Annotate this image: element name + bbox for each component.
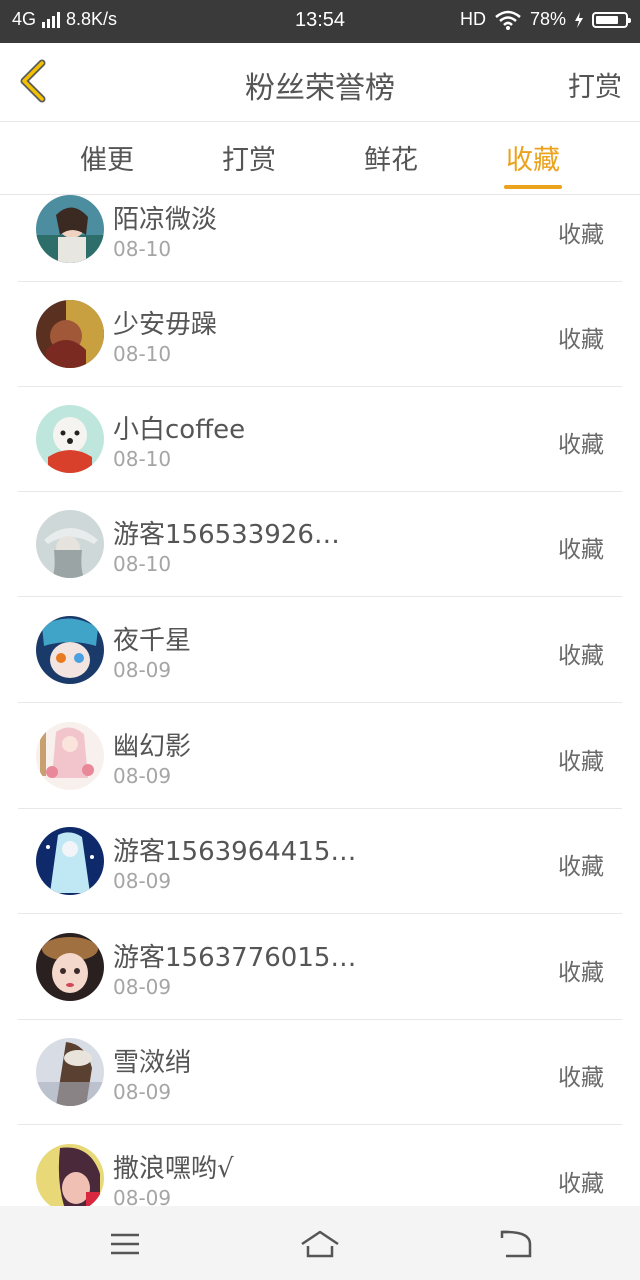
date: 08-09 (113, 1186, 172, 1206)
avatar[interactable] (36, 300, 104, 368)
page-title: 粉丝荣誉榜 (245, 71, 395, 106)
active-tab-indicator (504, 185, 562, 189)
favorite-label: 收藏 (558, 537, 604, 563)
avatar[interactable] (36, 616, 104, 684)
favorite-label: 收藏 (558, 222, 604, 248)
favorite-label: 收藏 (558, 854, 604, 880)
tab-reward[interactable]: 打赏 (189, 138, 309, 177)
user-name: 幽幻影 (113, 732, 192, 762)
avatar[interactable] (36, 827, 104, 895)
tab-label: 催更 (80, 145, 134, 176)
date: 08-10 (113, 237, 172, 261)
fan-list: 陌凉微淡 08-10 收藏 少安毋躁 08-10 收藏 小白coffee 08-… (0, 194, 640, 1206)
list-item[interactable]: 游客1563964415… 08-09 收藏 (18, 809, 622, 914)
user-name: 游客1563964415… (113, 837, 357, 867)
favorite-label: 收藏 (558, 1065, 604, 1091)
wifi-icon (495, 10, 521, 30)
battery-percent: 78% (529, 9, 566, 29)
system-nav-bar (0, 1206, 640, 1280)
tab-bar: 催更 打赏 鲜花 收藏 (0, 122, 640, 195)
list-item[interactable]: 小白coffee 08-10 收藏 (18, 387, 622, 492)
avatar[interactable] (36, 1038, 104, 1106)
battery-fill (596, 15, 618, 24)
status-bar: 4G 8.8K/s 13:54 HD 78% (0, 0, 640, 43)
user-name: 游客156533926… (113, 520, 340, 550)
avatar[interactable] (36, 195, 104, 263)
status-right: HD 78% (459, 9, 631, 30)
user-name: 陌凉微淡 (113, 205, 218, 235)
menu-icon[interactable] (105, 1224, 145, 1264)
favorite-label: 收藏 (558, 1171, 604, 1197)
favorite-label: 收藏 (558, 960, 604, 986)
favorite-label: 收藏 (558, 327, 604, 353)
tab-favorites[interactable]: 收藏 (473, 138, 593, 189)
date: 08-09 (113, 658, 172, 682)
tab-label: 鲜花 (364, 145, 418, 176)
user-name: 夜千星 (113, 626, 192, 656)
date: 08-09 (113, 764, 172, 788)
favorite-label: 收藏 (558, 643, 604, 669)
avatar[interactable] (36, 722, 104, 790)
list-item[interactable]: 雪滧绡 08-09 收藏 (18, 1020, 622, 1125)
hd-badge: HD (459, 9, 486, 29)
tab-flowers[interactable]: 鲜花 (331, 138, 451, 177)
user-name: 小白coffee (113, 415, 246, 445)
list-item[interactable]: 游客156533926… 08-10 收藏 (18, 492, 622, 597)
return-icon[interactable] (496, 1224, 536, 1264)
date: 08-10 (113, 552, 172, 576)
date: 08-09 (113, 1080, 172, 1104)
user-name: 少安毋躁 (113, 310, 218, 340)
favorite-label: 收藏 (558, 432, 604, 458)
tab-label: 收藏 (506, 145, 560, 176)
date: 08-09 (113, 975, 172, 999)
user-name: 雪滧绡 (113, 1048, 192, 1078)
tab-label: 打赏 (222, 145, 276, 176)
list-item[interactable]: 游客1563776015… 08-09 收藏 (18, 915, 622, 1020)
charging-icon (575, 11, 583, 28)
avatar[interactable] (36, 1144, 104, 1206)
avatar[interactable] (36, 405, 104, 473)
user-name: 游客1563776015… (113, 943, 357, 973)
list-item[interactable]: 陌凉微淡 08-10 收藏 (18, 194, 622, 282)
list-item[interactable]: 少安毋躁 08-10 收藏 (18, 282, 622, 387)
favorite-label: 收藏 (558, 749, 604, 775)
avatar[interactable] (36, 510, 104, 578)
date: 08-09 (113, 869, 172, 893)
date: 08-10 (113, 342, 172, 366)
list-item[interactable]: 幽幻影 08-09 收藏 (18, 704, 622, 809)
home-icon[interactable] (298, 1224, 342, 1264)
list-item[interactable]: 撒浪嘿哟√ 08-09 收藏 (18, 1126, 622, 1206)
avatar[interactable] (36, 933, 104, 1001)
battery-icon (592, 11, 631, 28)
reward-button[interactable]: 打赏 (568, 65, 622, 104)
date: 08-10 (113, 447, 172, 471)
user-name: 撒浪嘿哟√ (113, 1154, 234, 1184)
tab-urge[interactable]: 催更 (47, 138, 167, 177)
list-item[interactable]: 夜千星 08-09 收藏 (18, 598, 622, 703)
header: 粉丝荣誉榜 打赏 (0, 43, 640, 122)
